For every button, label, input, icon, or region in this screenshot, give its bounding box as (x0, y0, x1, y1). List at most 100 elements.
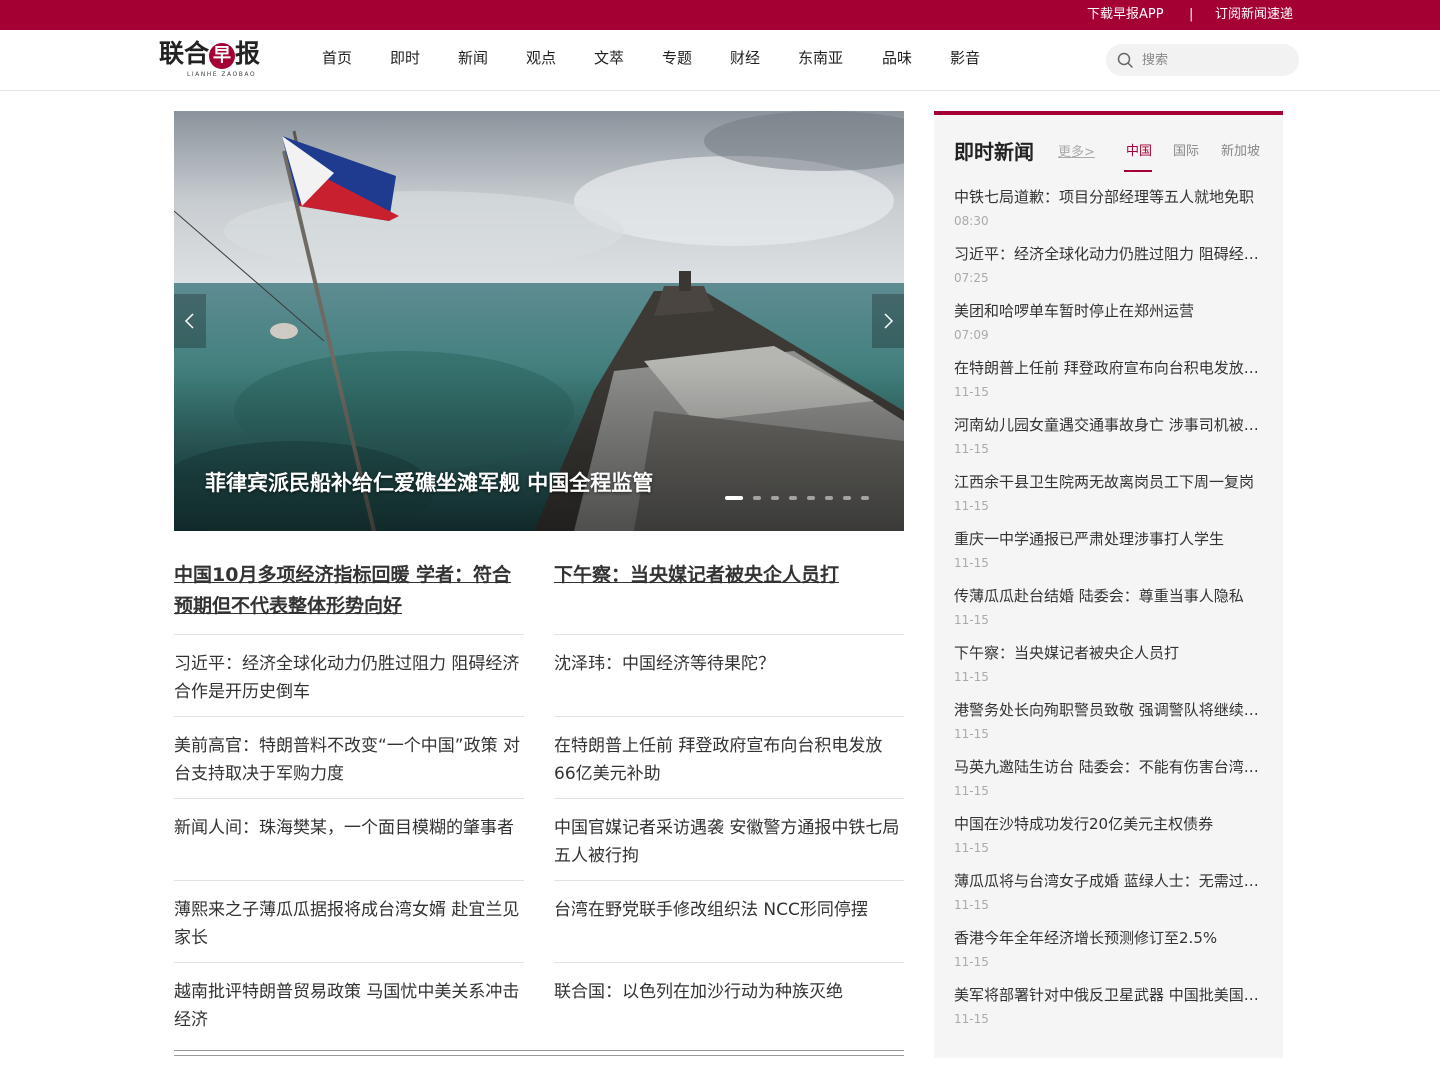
site-logo[interactable]: 联合早报 LIANHE ZAOBAO (159, 39, 271, 79)
list-item[interactable]: 习近平：经济全球化动力仍胜过阻力 阻碍经济合作是开历史倒车 07:25 (954, 244, 1264, 285)
list-item-time: 08:30 (954, 214, 989, 228)
carousel-dot[interactable] (843, 496, 851, 500)
section-divider (174, 1050, 904, 1056)
list-item-title[interactable]: 江西余干县卫生院两无故离岗员工下周一复岗 (954, 472, 1264, 492)
nav-item-finance[interactable]: 财经 (730, 48, 760, 68)
download-app-link[interactable]: 下载早报APP (1087, 7, 1164, 23)
list-item[interactable]: 传薄瓜瓜赴台结婚 陆委会：尊重当事人隐私 11-15 (954, 586, 1264, 627)
list-item[interactable]: 重庆一中学通报已严肃处理涉事打人学生 11-15 (954, 529, 1264, 570)
chevron-right-icon (884, 313, 894, 329)
search-icon[interactable] (1117, 52, 1133, 68)
list-item-title[interactable]: 港警务处长向殉职警员致敬 强调警队将继续守护香港 (954, 700, 1264, 720)
chevron-left-icon (184, 313, 194, 329)
headline-left[interactable]: 中国10月多项经济指标回暖 学者：符合预期但不代表整体形势向好 (174, 560, 524, 622)
list-item-title[interactable]: 传薄瓜瓜赴台结婚 陆委会：尊重当事人隐私 (954, 586, 1264, 606)
list-item-time: 11-15 (954, 385, 989, 399)
news-item[interactable]: 习近平：经济全球化动力仍胜过阻力 阻碍经济合作是开历史倒车 (174, 634, 524, 706)
list-item-title[interactable]: 中国在沙特成功发行20亿美元主权债券 (954, 814, 1264, 834)
carousel-dot[interactable] (861, 496, 869, 500)
headline-right[interactable]: 下午察：当央媒记者被央企人员打 (554, 560, 904, 591)
list-item[interactable]: 马英九邀陆生访台 陆委会：不能有伤害台湾的言行 11-15 (954, 757, 1264, 798)
instant-news-panel: 即时新闻 更多> 中国 国际 新加坡 中铁七局道歉：项目分部经理等五人就地免职 0… (934, 111, 1283, 1058)
tab-singapore[interactable]: 新加坡 (1221, 144, 1260, 160)
news-item[interactable]: 台湾在野党联手修改组织法 NCC形同停摆 (554, 880, 904, 924)
list-item-title[interactable]: 马英九邀陆生访台 陆委会：不能有伤害台湾的言行 (954, 757, 1264, 777)
topbar-separator: | (1189, 7, 1194, 22)
tab-international[interactable]: 国际 (1173, 144, 1199, 160)
carousel-dot[interactable] (825, 496, 833, 500)
list-item[interactable]: 美团和哈啰单车暂时停止在郑州运营 07:09 (954, 301, 1264, 342)
list-item-time: 11-15 (954, 670, 989, 684)
carousel-prev-button[interactable] (174, 294, 206, 348)
list-item-time: 11-15 (954, 499, 989, 513)
list-item[interactable]: 香港今年全年经济增长预测修订至2.5% 11-15 (954, 928, 1264, 969)
list-item-title[interactable]: 下午察：当央媒记者被央企人员打 (954, 643, 1264, 663)
list-item-title[interactable]: 中铁七局道歉：项目分部经理等五人就地免职 (954, 187, 1264, 207)
carousel-dot[interactable] (789, 496, 797, 500)
logo-text-bao: 报 (235, 39, 261, 68)
nav-item-video[interactable]: 影音 (950, 48, 980, 68)
list-item-title[interactable]: 重庆一中学通报已严肃处理涉事打人学生 (954, 529, 1264, 549)
carousel-caption[interactable]: 菲律宾派民船补给仁爱礁坐滩军舰 中国全程监管 (205, 469, 653, 497)
nav-item-lifestyle[interactable]: 品味 (882, 48, 912, 68)
carousel-dot[interactable] (725, 496, 743, 500)
news-item[interactable]: 在特朗普上任前 拜登政府宣布向台积电发放66亿美元补助 (554, 716, 904, 788)
tab-china[interactable]: 中国 (1126, 144, 1152, 160)
list-item-title[interactable]: 薄瓜瓜将与台湾女子成婚 蓝绿人士：无需过度解读 (954, 871, 1264, 891)
news-item[interactable]: 越南批评特朗普贸易政策 马国忧中美关系冲击经济 (174, 962, 524, 1034)
list-item-time: 11-15 (954, 613, 989, 627)
top-bar: 下载早报APP | 订阅新闻速递 (0, 0, 1440, 30)
list-item-time: 11-15 (954, 727, 989, 741)
subscribe-newsletter-link[interactable]: 订阅新闻速递 (1215, 7, 1293, 23)
list-item[interactable]: 下午察：当央媒记者被央企人员打 11-15 (954, 643, 1264, 684)
list-item-title[interactable]: 香港今年全年经济增长预测修订至2.5% (954, 928, 1264, 948)
list-item-time: 11-15 (954, 784, 989, 798)
list-item-time: 07:25 (954, 271, 989, 285)
list-item[interactable]: 港警务处长向殉职警员致敬 强调警队将继续守护香港 11-15 (954, 700, 1264, 741)
list-item-title[interactable]: 美军将部署针对中俄反卫星武器 中国批美国威胁太空安全 (954, 985, 1264, 1005)
list-item[interactable]: 在特朗普上任前 拜登政府宣布向台积电发放66亿美元补助 11-15 (954, 358, 1264, 399)
list-item-time: 11-15 (954, 1012, 989, 1026)
news-item[interactable]: 联合国：以色列在加沙行动为种族灭绝 (554, 962, 904, 1006)
active-tab-indicator (1124, 170, 1152, 172)
list-item[interactable]: 江西余干县卫生院两无故离岗员工下周一复岗 11-15 (954, 472, 1264, 513)
news-item[interactable]: 新闻人间：珠海樊某，一个面目模糊的肇事者 (174, 798, 524, 842)
news-item[interactable]: 沈泽玮：中国经济等待果陀？ (554, 634, 904, 678)
news-item[interactable]: 薄熙来之子薄瓜瓜据报将成台湾女婿 赴宜兰见家长 (174, 880, 524, 952)
instant-news-title: 即时新闻 (954, 140, 1034, 164)
list-item[interactable]: 中国在沙特成功发行20亿美元主权债券 11-15 (954, 814, 1264, 855)
list-item-title[interactable]: 习近平：经济全球化动力仍胜过阻力 阻碍经济合作是开历史倒车 (954, 244, 1264, 264)
carousel-dot[interactable] (771, 496, 779, 500)
carousel-dot[interactable] (807, 496, 815, 500)
nav-item-news[interactable]: 新闻 (458, 48, 488, 68)
instant-news-more-link[interactable]: 更多> (1058, 145, 1095, 161)
carousel-next-button[interactable] (872, 294, 904, 348)
hero-carousel[interactable]: 菲律宾派民船补给仁爱礁坐滩军舰 中国全程监管 (174, 111, 904, 531)
hero-image[interactable] (174, 111, 904, 531)
carousel-dot[interactable] (753, 496, 761, 500)
news-item[interactable]: 美前高官：特朗普料不改变“一个中国”政策 对台支持取决于军购力度 (174, 716, 524, 788)
list-item-title[interactable]: 美团和哈啰单车暂时停止在郑州运营 (954, 301, 1264, 321)
nav-item-special[interactable]: 专题 (662, 48, 692, 68)
list-item[interactable]: 薄瓜瓜将与台湾女子成婚 蓝绿人士：无需过度解读 11-15 (954, 871, 1264, 912)
list-item-time: 11-15 (954, 442, 989, 456)
list-item[interactable]: 中铁七局道歉：项目分部经理等五人就地免职 08:30 (954, 187, 1264, 228)
list-item-time: 11-15 (954, 841, 989, 855)
list-item-time: 11-15 (954, 898, 989, 912)
nav-item-opinion[interactable]: 观点 (526, 48, 556, 68)
list-item-time: 11-15 (954, 556, 989, 570)
list-item[interactable]: 河南幼儿园女童遇交通事故身亡 涉事司机被控制 11-15 (954, 415, 1264, 456)
list-item[interactable]: 美军将部署针对中俄反卫星武器 中国批美国威胁太空安全 11-15 (954, 985, 1264, 1026)
search-box[interactable] (1106, 44, 1299, 76)
logo-text-lianhe: 联合 (159, 39, 210, 68)
nav-item-digest[interactable]: 文萃 (594, 48, 624, 68)
nav-item-home[interactable]: 首页 (322, 48, 352, 68)
nav-item-sea[interactable]: 东南亚 (798, 48, 843, 68)
news-item[interactable]: 中国官媒记者采访遇袭 安徽警方通报中铁七局五人被行拘 (554, 798, 904, 870)
list-item-time: 07:09 (954, 328, 989, 342)
site-header: 联合早报 LIANHE ZAOBAO 首页 即时 新闻 观点 文萃 专题 财经 … (0, 30, 1440, 91)
search-input[interactable] (1142, 50, 1282, 70)
list-item-title[interactable]: 河南幼儿园女童遇交通事故身亡 涉事司机被控制 (954, 415, 1264, 435)
list-item-title[interactable]: 在特朗普上任前 拜登政府宣布向台积电发放66亿美元补助 (954, 358, 1264, 378)
nav-item-instant[interactable]: 即时 (390, 48, 420, 68)
